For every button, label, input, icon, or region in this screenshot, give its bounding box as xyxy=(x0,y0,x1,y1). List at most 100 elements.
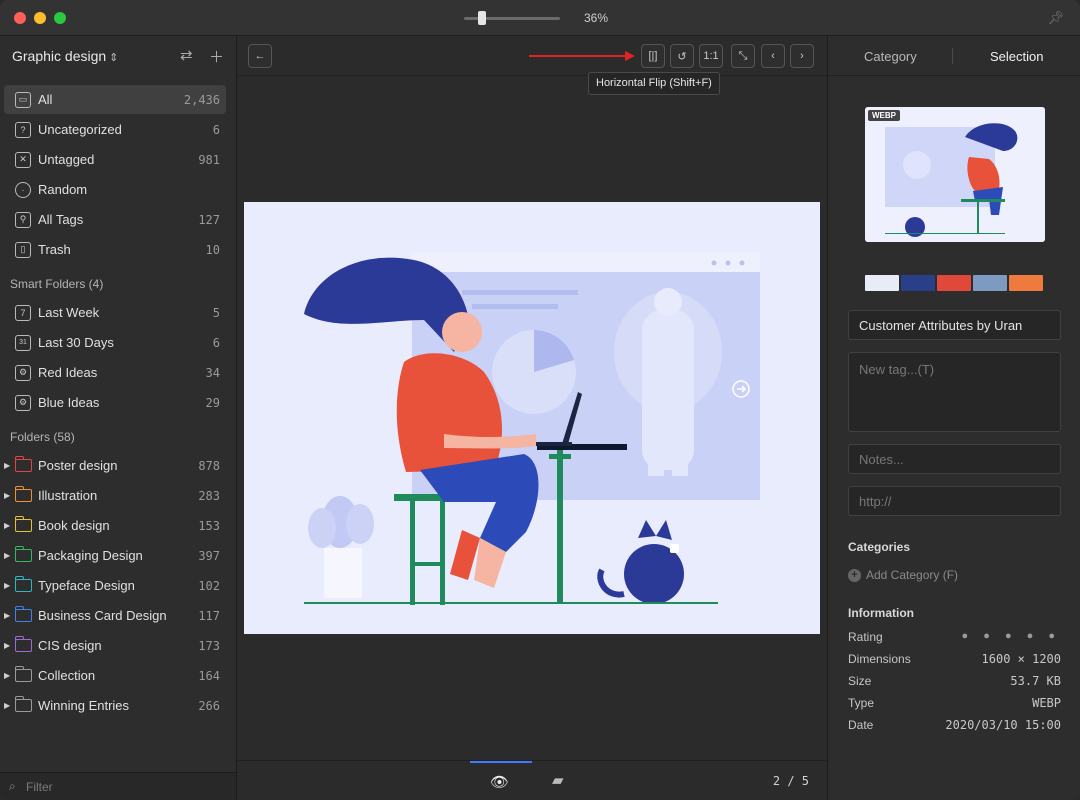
zoom-window-button[interactable] xyxy=(54,12,66,24)
color-swatch[interactable] xyxy=(973,275,1007,291)
thumbnail[interactable]: WEBP xyxy=(865,107,1045,242)
viewer-bottom-bar: 👁︎ ▰ 2 / 5 xyxy=(237,760,827,800)
horizontal-flip-button[interactable]: [|] xyxy=(641,44,665,68)
sidebar-item-count: 10 xyxy=(205,242,220,257)
folder-count: 397 xyxy=(198,548,220,563)
disclosure-triangle-icon[interactable]: ▶ xyxy=(4,671,10,680)
disclosure-triangle-icon[interactable]: ▶ xyxy=(4,551,10,560)
active-view-indicator xyxy=(470,761,532,763)
add-category-button[interactable]: + Add Category (F) xyxy=(848,568,958,582)
folder-item[interactable]: ▶ Packaging Design 397 xyxy=(4,541,226,570)
preview-image[interactable] xyxy=(244,202,820,634)
chevron-right-icon: › xyxy=(800,50,804,62)
folder-item[interactable]: ▶ Illustration 283 xyxy=(4,481,226,510)
sidebar-item-random[interactable]: · Random xyxy=(4,175,226,204)
folders-heading[interactable]: Folders (58) xyxy=(10,430,75,444)
sidebar-item-count: 2,436 xyxy=(183,92,220,107)
disclosure-triangle-icon[interactable]: ▶ xyxy=(4,611,10,620)
tab-selection[interactable]: Selection xyxy=(990,49,1043,64)
sidebar-item-count: 981 xyxy=(198,152,220,167)
folder-item[interactable]: ▶ Winning Entries 266 xyxy=(4,691,226,720)
sidebar-item-trash[interactable]: ▯ Trash 10 xyxy=(4,235,226,264)
info-rating-row: Rating ● ● ● ● ● xyxy=(848,630,1061,644)
previous-button[interactable]: ‹ xyxy=(761,44,785,68)
sidebar-item-uncategorized[interactable]: ? Uncategorized 6 xyxy=(4,115,226,144)
sidebar-item-all-tags[interactable]: ⚲ All Tags 127 xyxy=(4,205,226,234)
folder-item[interactable]: ▶ CIS design 173 xyxy=(4,631,226,660)
rotate-button[interactable]: ↺ xyxy=(670,44,694,68)
info-label: Rating xyxy=(848,630,883,644)
folder-count: 878 xyxy=(198,458,220,473)
smart-folder-last-30-days[interactable]: 31 Last 30 Days 6 xyxy=(4,328,226,357)
folder-item[interactable]: ▶ Typeface Design 102 xyxy=(4,571,226,600)
sidebar-item-label: Last 30 Days xyxy=(38,335,114,350)
sidebar-item-label: Uncategorized xyxy=(38,122,122,137)
folder-icon xyxy=(14,576,32,592)
filter-bar: ⌕ xyxy=(0,772,236,800)
back-button[interactable]: ← xyxy=(248,44,272,68)
fit-screen-button[interactable]: ⤡ xyxy=(731,44,755,68)
folder-item[interactable]: ▶ Book design 153 xyxy=(4,511,226,540)
smart-folders-heading[interactable]: Smart Folders (4) xyxy=(10,277,103,291)
folder-label: Packaging Design xyxy=(38,548,143,563)
info-value: 2020/03/10 15:00 xyxy=(945,718,1061,732)
disclosure-triangle-icon[interactable]: ▶ xyxy=(4,521,10,530)
folder-label: Illustration xyxy=(38,488,98,503)
tab-category[interactable]: Category xyxy=(864,49,917,64)
color-swatch[interactable] xyxy=(865,275,899,291)
folder-count: 173 xyxy=(198,638,220,653)
disclosure-triangle-icon[interactable]: ▶ xyxy=(4,581,10,590)
actual-size-button[interactable]: 1:1 xyxy=(699,44,723,68)
tag-icon: ⚲ xyxy=(15,211,31,228)
add-icon[interactable]: ＋ xyxy=(209,46,224,67)
calendar-icon: 31 xyxy=(15,334,31,351)
folder-icon xyxy=(14,486,32,502)
smart-folder-blue-ideas[interactable]: ⚙ Blue Ideas 29 xyxy=(4,388,226,417)
title-bar: 36% 📌︎ xyxy=(0,0,1080,36)
eye-icon[interactable]: 👁︎ xyxy=(490,773,509,791)
sidebar-item-untagged[interactable]: ✕ Untagged 981 xyxy=(4,145,226,174)
sidebar-item-label: All xyxy=(38,92,53,107)
search-icon: ⌕ xyxy=(9,779,16,793)
format-badge: WEBP xyxy=(868,110,900,121)
next-button[interactable]: › xyxy=(790,44,814,68)
title-field[interactable] xyxy=(848,310,1061,340)
smart-folder-red-ideas[interactable]: ⚙ Red Ideas 34 xyxy=(4,358,226,387)
filter-input[interactable] xyxy=(26,778,226,796)
disclosure-triangle-icon[interactable]: ▶ xyxy=(4,461,10,470)
sidebar-item-all[interactable]: ▭ All 2,436 xyxy=(4,85,226,114)
sidebar-item-label: Red Ideas xyxy=(38,365,98,380)
disclosure-triangle-icon[interactable]: ▶ xyxy=(4,701,10,710)
zoom-slider-handle[interactable] xyxy=(478,11,486,25)
up-down-chevron-icon: ⇕ xyxy=(109,52,119,64)
color-swatch[interactable] xyxy=(901,275,935,291)
folder-count: 117 xyxy=(198,608,220,623)
pin-icon[interactable]: 📌︎ xyxy=(1047,10,1064,26)
notes-field[interactable] xyxy=(848,444,1061,474)
color-swatch[interactable] xyxy=(1009,275,1043,291)
sidebar-item-count: 29 xyxy=(205,395,220,410)
rating-stars[interactable]: ● ● ● ● ● xyxy=(962,630,1061,644)
viewer: ← [|] ↺ 1:1 ⤡ ‹ › Horizontal Flip (Shift… xyxy=(237,36,827,800)
inspector-tabs: Category Selection xyxy=(828,36,1080,76)
folder-item[interactable]: ▶ Poster design 878 xyxy=(4,451,226,480)
sidebar-item-label: Untagged xyxy=(38,152,95,167)
disclosure-triangle-icon[interactable]: ▶ xyxy=(4,491,10,500)
color-swatch[interactable] xyxy=(937,275,971,291)
trash-icon: ▯ xyxy=(15,241,31,258)
disclosure-triangle-icon[interactable]: ▶ xyxy=(4,641,10,650)
minimize-window-button[interactable] xyxy=(34,12,46,24)
information-heading: Information xyxy=(848,606,914,620)
folder-item[interactable]: ▶ Collection 164 xyxy=(4,661,226,690)
sync-icon[interactable]: ⇄ xyxy=(180,46,193,64)
url-field[interactable] xyxy=(848,486,1061,516)
folder-label: Poster design xyxy=(38,458,118,473)
tooltip: Horizontal Flip (Shift+F) xyxy=(588,72,720,95)
smart-folder-icon: ⚙ xyxy=(15,394,31,411)
library-switcher[interactable]: Graphic design ⇕ xyxy=(12,48,118,64)
close-window-button[interactable] xyxy=(14,12,26,24)
folder-item[interactable]: ▶ Business Card Design 117 xyxy=(4,601,226,630)
tag-input[interactable] xyxy=(848,352,1061,432)
smart-folder-last-week[interactable]: 7 Last Week 5 xyxy=(4,298,226,327)
comment-icon[interactable]: ▰ xyxy=(552,771,564,789)
